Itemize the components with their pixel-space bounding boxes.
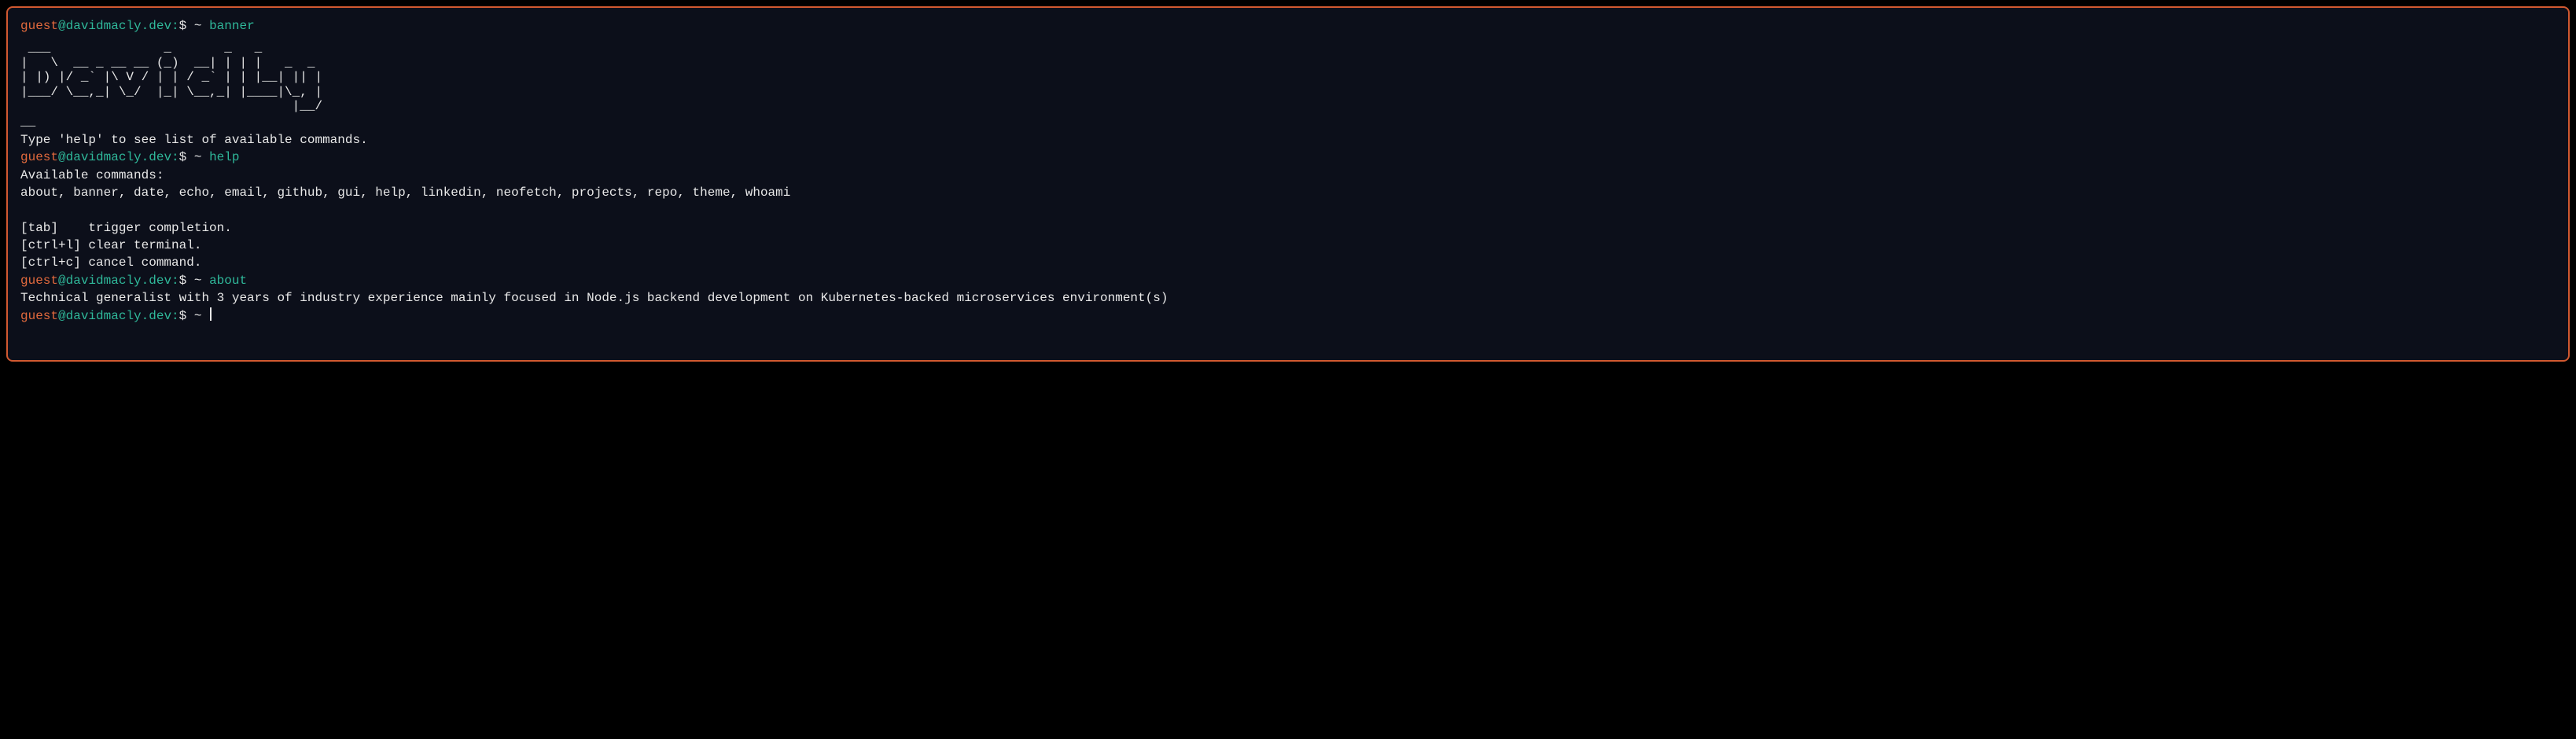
prompt-at: @	[58, 272, 66, 289]
banner-ascii-art: ___ _ _ _ | \ __ _ __ __ (_) __| | | | _…	[20, 41, 2556, 113]
output-line: [ctrl+c] cancel command.	[20, 254, 2556, 271]
prompt-host: davidmacly.dev	[66, 149, 171, 166]
prompt-dollar: $	[179, 149, 194, 166]
prompt-user: guest	[20, 149, 58, 166]
output-line: [ctrl+l] clear terminal.	[20, 237, 2556, 254]
cursor-icon	[210, 307, 212, 322]
prompt-dollar: $	[179, 17, 194, 35]
output-line: [tab] trigger completion.	[20, 219, 2556, 237]
prompt-at: @	[58, 17, 66, 35]
command-text: banner	[209, 17, 255, 35]
output-line: Available commands:	[20, 167, 2556, 184]
output-line: __	[20, 113, 2556, 131]
prompt-host: davidmacly.dev	[66, 307, 171, 325]
prompt-tilde: ~	[194, 307, 209, 325]
output-line: Type 'help' to see list of available com…	[20, 131, 2556, 149]
prompt-sep: :	[171, 307, 179, 325]
output-line: about, banner, date, echo, email, github…	[20, 184, 2556, 201]
command-text: about	[209, 272, 247, 289]
prompt-tilde: ~	[194, 17, 209, 35]
prompt-host: davidmacly.dev	[66, 272, 171, 289]
prompt-dollar: $	[179, 272, 194, 289]
prompt-user: guest	[20, 17, 58, 35]
command-text: help	[209, 149, 239, 166]
prompt-line: guest@davidmacly.dev:$ ~ banner	[20, 17, 2556, 35]
prompt-user: guest	[20, 272, 58, 289]
prompt-tilde: ~	[194, 272, 209, 289]
terminal-window[interactable]: guest@davidmacly.dev:$ ~ banner ___ _ _ …	[6, 6, 2570, 362]
prompt-line: guest@davidmacly.dev:$ ~ help	[20, 149, 2556, 166]
prompt-sep: :	[171, 272, 179, 289]
prompt-dollar: $	[179, 307, 194, 325]
prompt-line: guest@davidmacly.dev:$ ~ about	[20, 272, 2556, 289]
output-line: Technical generalist with 3 years of ind…	[20, 289, 2556, 307]
prompt-user: guest	[20, 307, 58, 325]
blank-line	[20, 201, 2556, 219]
current-prompt-line[interactable]: guest@davidmacly.dev:$ ~	[20, 307, 2556, 325]
prompt-host: davidmacly.dev	[66, 17, 171, 35]
prompt-at: @	[58, 149, 66, 166]
prompt-tilde: ~	[194, 149, 209, 166]
prompt-sep: :	[171, 149, 179, 166]
prompt-at: @	[58, 307, 66, 325]
prompt-sep: :	[171, 17, 179, 35]
